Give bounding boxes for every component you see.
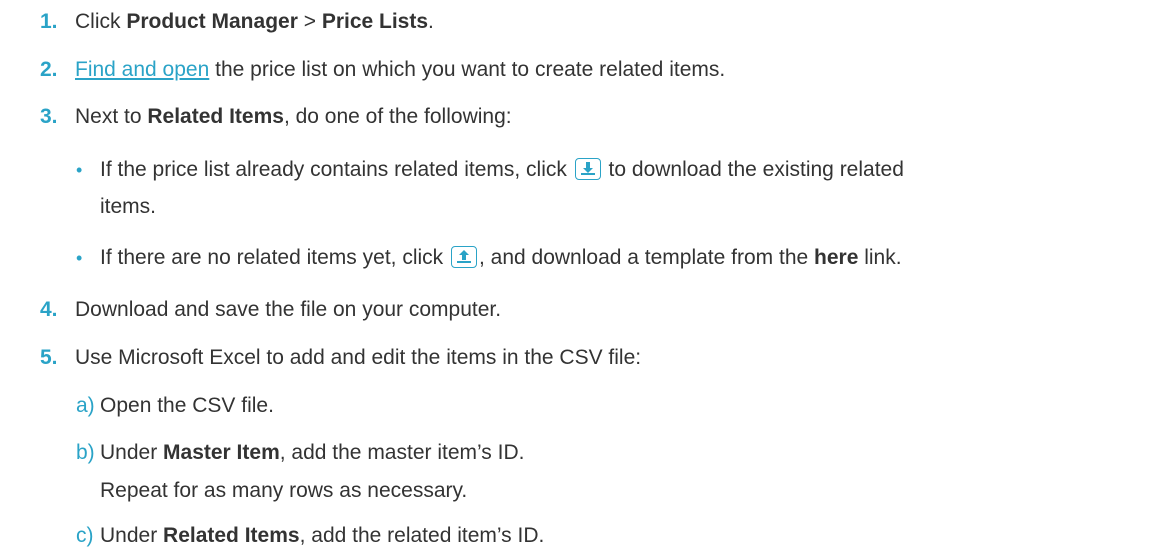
substep-label: c) <box>76 524 94 547</box>
here-label: here <box>814 246 859 269</box>
step-number: 5. <box>40 346 58 369</box>
step-number: 2. <box>40 58 58 81</box>
bullet-dot: • <box>76 248 83 268</box>
step-number: 3. <box>40 105 58 128</box>
menu-product-manager: Product Manager <box>126 10 298 33</box>
related-items-label: Related Items <box>163 524 300 547</box>
substep-label: b) <box>76 441 95 464</box>
bullet-dot: • <box>76 160 83 180</box>
upload-icon[interactable] <box>450 246 477 268</box>
related-items-label: Related Items <box>147 105 284 128</box>
substep-label: a) <box>76 394 95 417</box>
download-icon[interactable] <box>574 158 601 180</box>
step-number: 1. <box>40 10 58 33</box>
menu-price-lists: Price Lists <box>321 10 429 33</box>
step-number: 4. <box>40 298 58 321</box>
procedure: 1. Click Product Manager > Price Lists. … <box>40 10 904 547</box>
find-and-open-link[interactable]: Find and open <box>75 58 209 81</box>
master-item-label: Master Item <box>163 441 280 464</box>
